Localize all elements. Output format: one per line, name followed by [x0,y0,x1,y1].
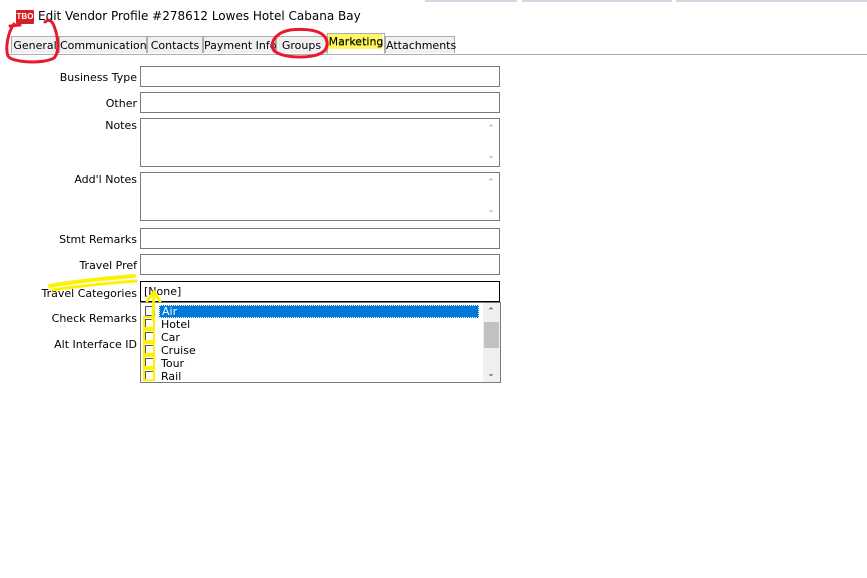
stmt-remarks-field[interactable] [140,228,500,249]
scroll-up-icon[interactable]: ⌃ [483,123,499,135]
scroll-down-icon[interactable]: ⌄ [483,204,499,216]
window-title: Edit Vendor Profile #278612 Lowes Hotel … [38,9,361,23]
travel-pref-label: Travel Pref [79,259,137,272]
stmt-remarks-label: Stmt Remarks [59,233,137,246]
travel-categories-combo[interactable]: [None] [140,281,500,302]
checkbox[interactable] [145,319,155,329]
tab-groups[interactable]: Groups [276,36,327,53]
background-window-edge [425,0,517,2]
check-remarks-label: Check Remarks [51,312,137,325]
tab-contacts[interactable]: Contacts [147,36,203,53]
yellow-stroke-travel-categories [48,274,136,288]
checkbox[interactable] [145,371,155,381]
option-air[interactable]: Air [145,305,483,318]
travel-categories-label: Travel Categories [41,287,138,300]
option-cruise[interactable]: Cruise [145,344,483,357]
background-window-edge [676,0,867,2]
alt-interface-id-label: Alt Interface ID [54,338,137,351]
option-rail[interactable]: Rail [145,370,483,382]
notes-scrollbar[interactable]: ⌃ ⌄ [483,119,499,166]
scroll-down-icon[interactable]: ⌄ [483,150,499,162]
checkbox[interactable] [145,345,155,355]
option-car[interactable]: Car [145,331,483,344]
dropdown-scrollbar[interactable]: ⌃ ⌄ [483,303,500,382]
option-tour[interactable]: Tour [145,357,483,370]
checkbox[interactable] [145,332,155,342]
travel-pref-field[interactable] [140,254,500,275]
tab-general[interactable]: General [11,36,59,53]
tab-marketing-label: Marketing [328,35,384,48]
other-field[interactable] [140,92,500,113]
tab-communications[interactable]: Communications [59,36,152,53]
scroll-up-icon[interactable]: ⌃ [483,177,499,189]
addl-notes-scrollbar[interactable]: ⌃ ⌄ [483,173,499,220]
notes-textarea[interactable]: ⌃ ⌄ [140,118,500,167]
notes-label: Notes [105,119,137,132]
tab-attachments[interactable]: Attachments [385,36,456,53]
business-type-label: Business Type [59,71,137,84]
scroll-up-icon[interactable]: ⌃ [483,306,499,318]
option-hotel[interactable]: Hotel [145,318,483,331]
checkbox[interactable] [145,358,155,368]
addl-notes-textarea[interactable]: ⌃ ⌄ [140,172,500,221]
addl-notes-label: Add'l Notes [74,173,137,186]
scroll-down-icon[interactable]: ⌄ [483,368,499,380]
app-logo-icon: TBO [16,10,34,24]
travel-categories-dropdown[interactable]: Air Hotel Car Cruise Tour Rail ⌃ ⌄ [140,302,501,383]
tab-payment-info[interactable]: Payment Info [203,36,276,53]
business-type-field[interactable] [140,66,500,87]
other-label: Other [105,97,137,110]
background-window-edge [522,0,672,2]
checkbox[interactable] [145,306,155,316]
scrollbar-thumb[interactable] [484,322,499,348]
